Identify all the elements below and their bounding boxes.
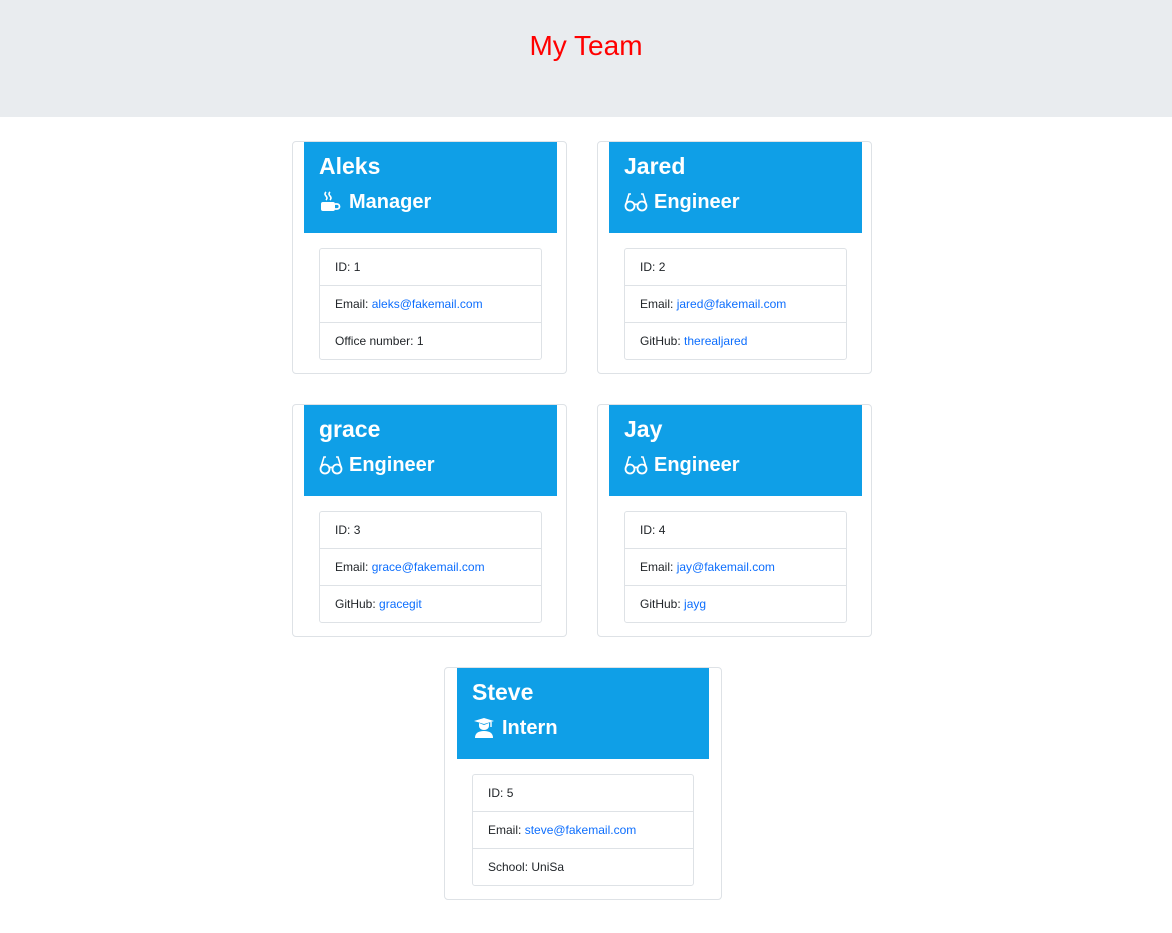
- employee-role: Manager: [319, 188, 431, 216]
- github-link[interactable]: jayg: [684, 597, 706, 611]
- glasses-icon: [319, 453, 343, 477]
- employee-role: Engineer: [319, 451, 435, 479]
- employee-name: Steve: [472, 679, 534, 705]
- employee-card-steve: Steve Intern ID: 5 Email: steve@fakemail…: [444, 667, 722, 900]
- list-item-id: ID: 2: [625, 249, 846, 286]
- glasses-icon: [624, 190, 648, 214]
- role-label: Intern: [502, 717, 558, 739]
- employee-role: Engineer: [624, 451, 740, 479]
- details-list: ID: 2 Email: jared@fakemail.com GitHub: …: [624, 248, 847, 360]
- role-label: Engineer: [349, 454, 435, 476]
- card-header: Steve Intern: [457, 668, 709, 759]
- list-item-email: Email: steve@fakemail.com: [473, 812, 693, 849]
- employee-card-grace: grace Engineer ID: 3 Email: grace@fakema…: [292, 404, 567, 637]
- list-item-email: Email: aleks@fakemail.com: [320, 286, 541, 323]
- employee-card-jared: Jared Engineer ID: 2 Email: jared@fakema…: [597, 141, 872, 374]
- list-item-school: School: UniSa: [488, 860, 565, 874]
- list-item-id: ID: 3: [320, 512, 541, 549]
- list-item-email: Email: jay@fakemail.com: [625, 549, 846, 586]
- employee-name: grace: [319, 416, 381, 442]
- card-header: Jay Engineer: [609, 405, 862, 496]
- github-link[interactable]: therealjared: [684, 334, 747, 348]
- employee-id: 1: [353, 260, 361, 274]
- employee-name: Aleks: [319, 153, 381, 179]
- list-item-email: Email: jared@fakemail.com: [625, 286, 846, 323]
- role-label: Manager: [349, 191, 432, 213]
- office-number: 1: [416, 334, 424, 348]
- employee-name: Jay: [624, 416, 663, 442]
- card-header: Aleks Manager: [304, 142, 557, 233]
- details-list: ID: 4 Email: jay@fakemail.com GitHub: ja…: [624, 511, 847, 623]
- email-link[interactable]: steve@fakemail.com: [525, 823, 637, 837]
- employee-id: 4: [658, 523, 666, 537]
- list-item-github: GitHub: jayg: [640, 597, 707, 611]
- page-header: My Team: [0, 0, 1172, 117]
- glasses-icon: [624, 453, 648, 477]
- employee-name: Jared: [624, 153, 686, 179]
- list-item-id: ID: 4: [625, 512, 846, 549]
- email-link[interactable]: jay@fakemail.com: [677, 560, 775, 574]
- card-header: Jared Engineer: [609, 142, 862, 233]
- employee-id: 2: [658, 260, 666, 274]
- list-item-id: ID: 5: [473, 775, 693, 812]
- list-item-office: Office number: 1: [335, 334, 424, 348]
- list-item-github: GitHub: gracegit: [335, 597, 422, 611]
- employee-card-aleks: Aleks Manager ID: 1 Email: aleks@fakemai…: [292, 141, 567, 374]
- coffee-icon: [319, 190, 343, 214]
- details-list: ID: 3 Email: grace@fakemail.com GitHub: …: [319, 511, 542, 623]
- list-item-id: ID: 1: [320, 249, 541, 286]
- employee-role: Intern: [472, 714, 558, 742]
- github-link[interactable]: gracegit: [379, 597, 422, 611]
- employee-id: 3: [353, 523, 361, 537]
- email-link[interactable]: aleks@fakemail.com: [372, 297, 483, 311]
- details-list: ID: 5 Email: steve@fakemail.com School: …: [472, 774, 694, 886]
- role-label: Engineer: [654, 191, 740, 213]
- list-item-github: GitHub: therealjared: [640, 334, 748, 348]
- page-title: My Team: [529, 30, 643, 61]
- list-item-email: Email: grace@fakemail.com: [320, 549, 541, 586]
- employee-card-jay: Jay Engineer ID: 4 Email: jay@fakemail.c…: [597, 404, 872, 637]
- school-name: UniSa: [531, 860, 565, 874]
- employee-id: 5: [506, 786, 514, 800]
- card-header: grace Engineer: [304, 405, 557, 496]
- details-list: ID: 1 Email: aleks@fakemail.com Office n…: [319, 248, 542, 360]
- employee-role: Engineer: [624, 188, 740, 216]
- graduate-icon: [472, 716, 496, 740]
- email-link[interactable]: jared@fakemail.com: [677, 297, 787, 311]
- email-link[interactable]: grace@fakemail.com: [372, 560, 485, 574]
- role-label: Engineer: [654, 454, 740, 476]
